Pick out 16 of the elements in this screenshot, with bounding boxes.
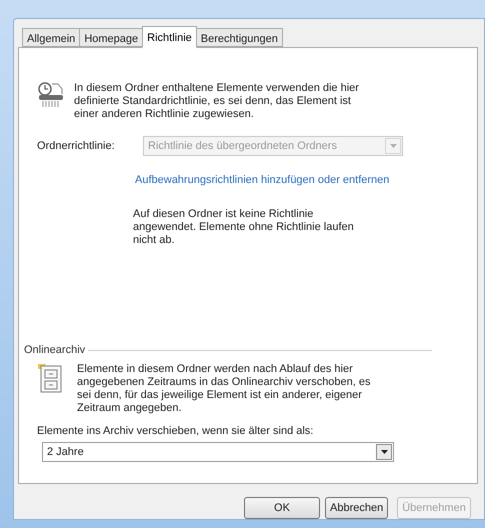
policy-status: Auf diesen Ordner ist keine Richtlinie angewendet. Elemente ohne Richtlinie laufen nicht ab. [133, 208, 355, 246]
tab[interactable]: Allgemein [22, 28, 80, 47]
archive-description: Elemente in diesem Ordner werden nach Ablauf des hier angegebenen Zeitraums in das Onlinearchiv verschoben, es sei denn, für das jeweilige Element ist ein anderer, eigener Zeitraum angegeben. [77, 362, 372, 414]
retention-link[interactable]: Aufbewahrungsrichtlinien hinzufügen oder entfernen [135, 172, 390, 188]
tab[interactable]: Richtlinie [142, 26, 197, 48]
clock-shredder-icon [37, 82, 65, 109]
section-title: Onlinearchiv [24, 343, 86, 358]
dropdown[interactable]: 2 Jahre [42, 442, 394, 462]
archive-age-label: Elemente ins Archiv verschieben, wenn sie älter sind als: [37, 424, 314, 438]
policy-label: Ordnerrichtlinie: [37, 138, 116, 154]
dialog-button[interactable]: OK [244, 497, 320, 519]
tab[interactable]: Homepage [79, 28, 144, 47]
archive-cabinet-icon [37, 362, 63, 392]
dialog-button[interactable]: Abbrechen [325, 497, 388, 519]
tab[interactable]: Berechtigungen [196, 28, 283, 47]
policy-description: In diesem Ordner enthaltene Elemente verwenden die hier definierte Standardrichtlinie, es sei denn, das Element ist einer anderen Richtlinie zugewiesen. [74, 82, 360, 121]
